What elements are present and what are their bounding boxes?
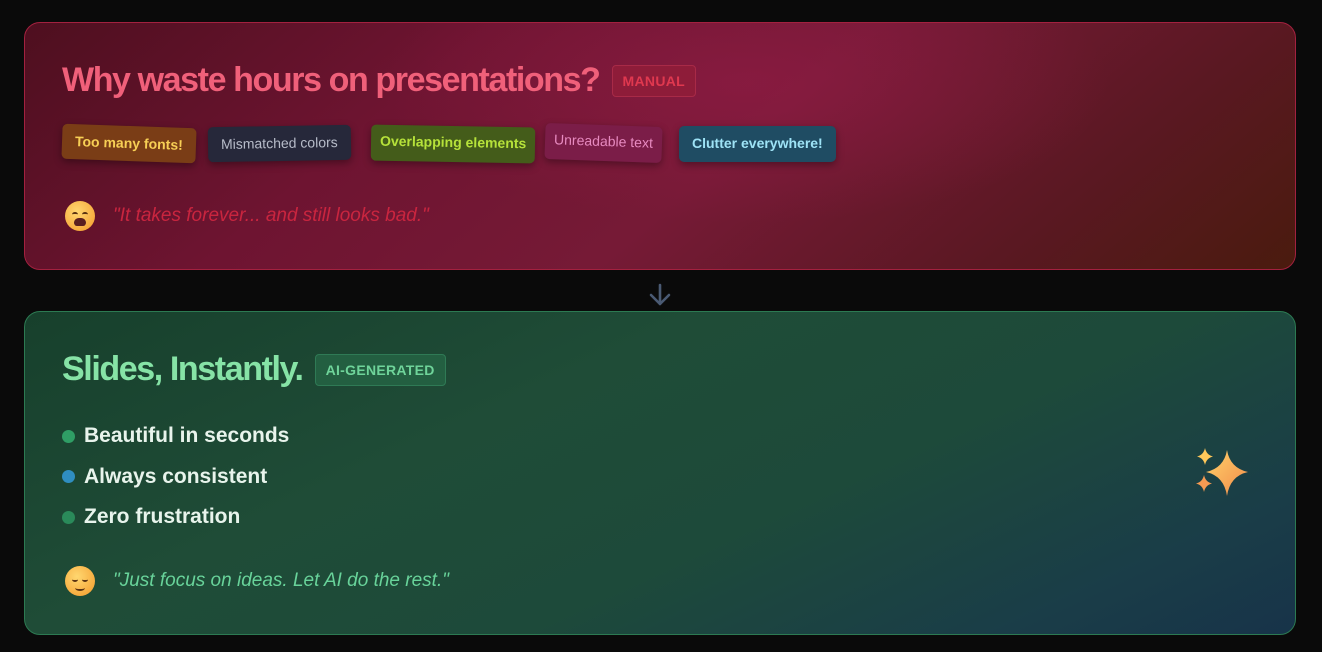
list-item: Always consistent (62, 457, 289, 498)
ai-generated-badge: AI-GENERATED (314, 353, 446, 386)
sparkles-icon (1196, 448, 1248, 496)
problem-title-row: Why waste hours on presentations? MANUAL (62, 61, 697, 100)
solution-title-row: Slides, Instantly. AI-GENERATED (62, 350, 446, 389)
tired-face-icon (65, 201, 95, 231)
list-item-label: Always consistent (84, 464, 268, 488)
chip-clutter-everywhere: Clutter everywhere! (679, 126, 836, 162)
chip-mismatched-colors: Mismatched colors (207, 124, 351, 163)
bullet-dot (62, 429, 75, 443)
solution-quote-row: "Just focus on ideas. Let AI do the rest… (65, 566, 449, 596)
solution-title: Slides, Instantly. (62, 350, 304, 388)
manual-badge: MANUAL (611, 64, 697, 97)
problem-quote: "It takes forever... and still looks bad… (113, 205, 429, 226)
solution-quote: "Just focus on ideas. Let AI do the rest… (113, 570, 449, 591)
relieved-face-icon (65, 566, 95, 596)
chip-overlapping-elements: Overlapping elements (370, 124, 536, 164)
problem-card: Why waste hours on presentations? MANUAL… (24, 22, 1296, 270)
list-item-label: Zero frustration (84, 505, 241, 529)
list-item: Zero frustration (62, 497, 289, 538)
arrow-down-icon (649, 283, 671, 306)
problem-title: Why waste hours on presentations? (62, 61, 601, 99)
problem-quote-row: "It takes forever... and still looks bad… (65, 201, 429, 231)
list-item-label: Beautiful in seconds (84, 424, 290, 448)
chip-too-many-fonts: Too many fonts! (61, 123, 197, 164)
list-item: Beautiful in seconds (62, 416, 289, 457)
bullet-dot (62, 510, 75, 524)
bullet-dot (62, 470, 75, 484)
benefits-list: Beautiful in seconds Always consistent Z… (62, 416, 289, 538)
chip-unreadable-text: Unreadable text (544, 122, 663, 164)
solution-card: Slides, Instantly. AI-GENERATED Beautifu… (24, 311, 1296, 635)
